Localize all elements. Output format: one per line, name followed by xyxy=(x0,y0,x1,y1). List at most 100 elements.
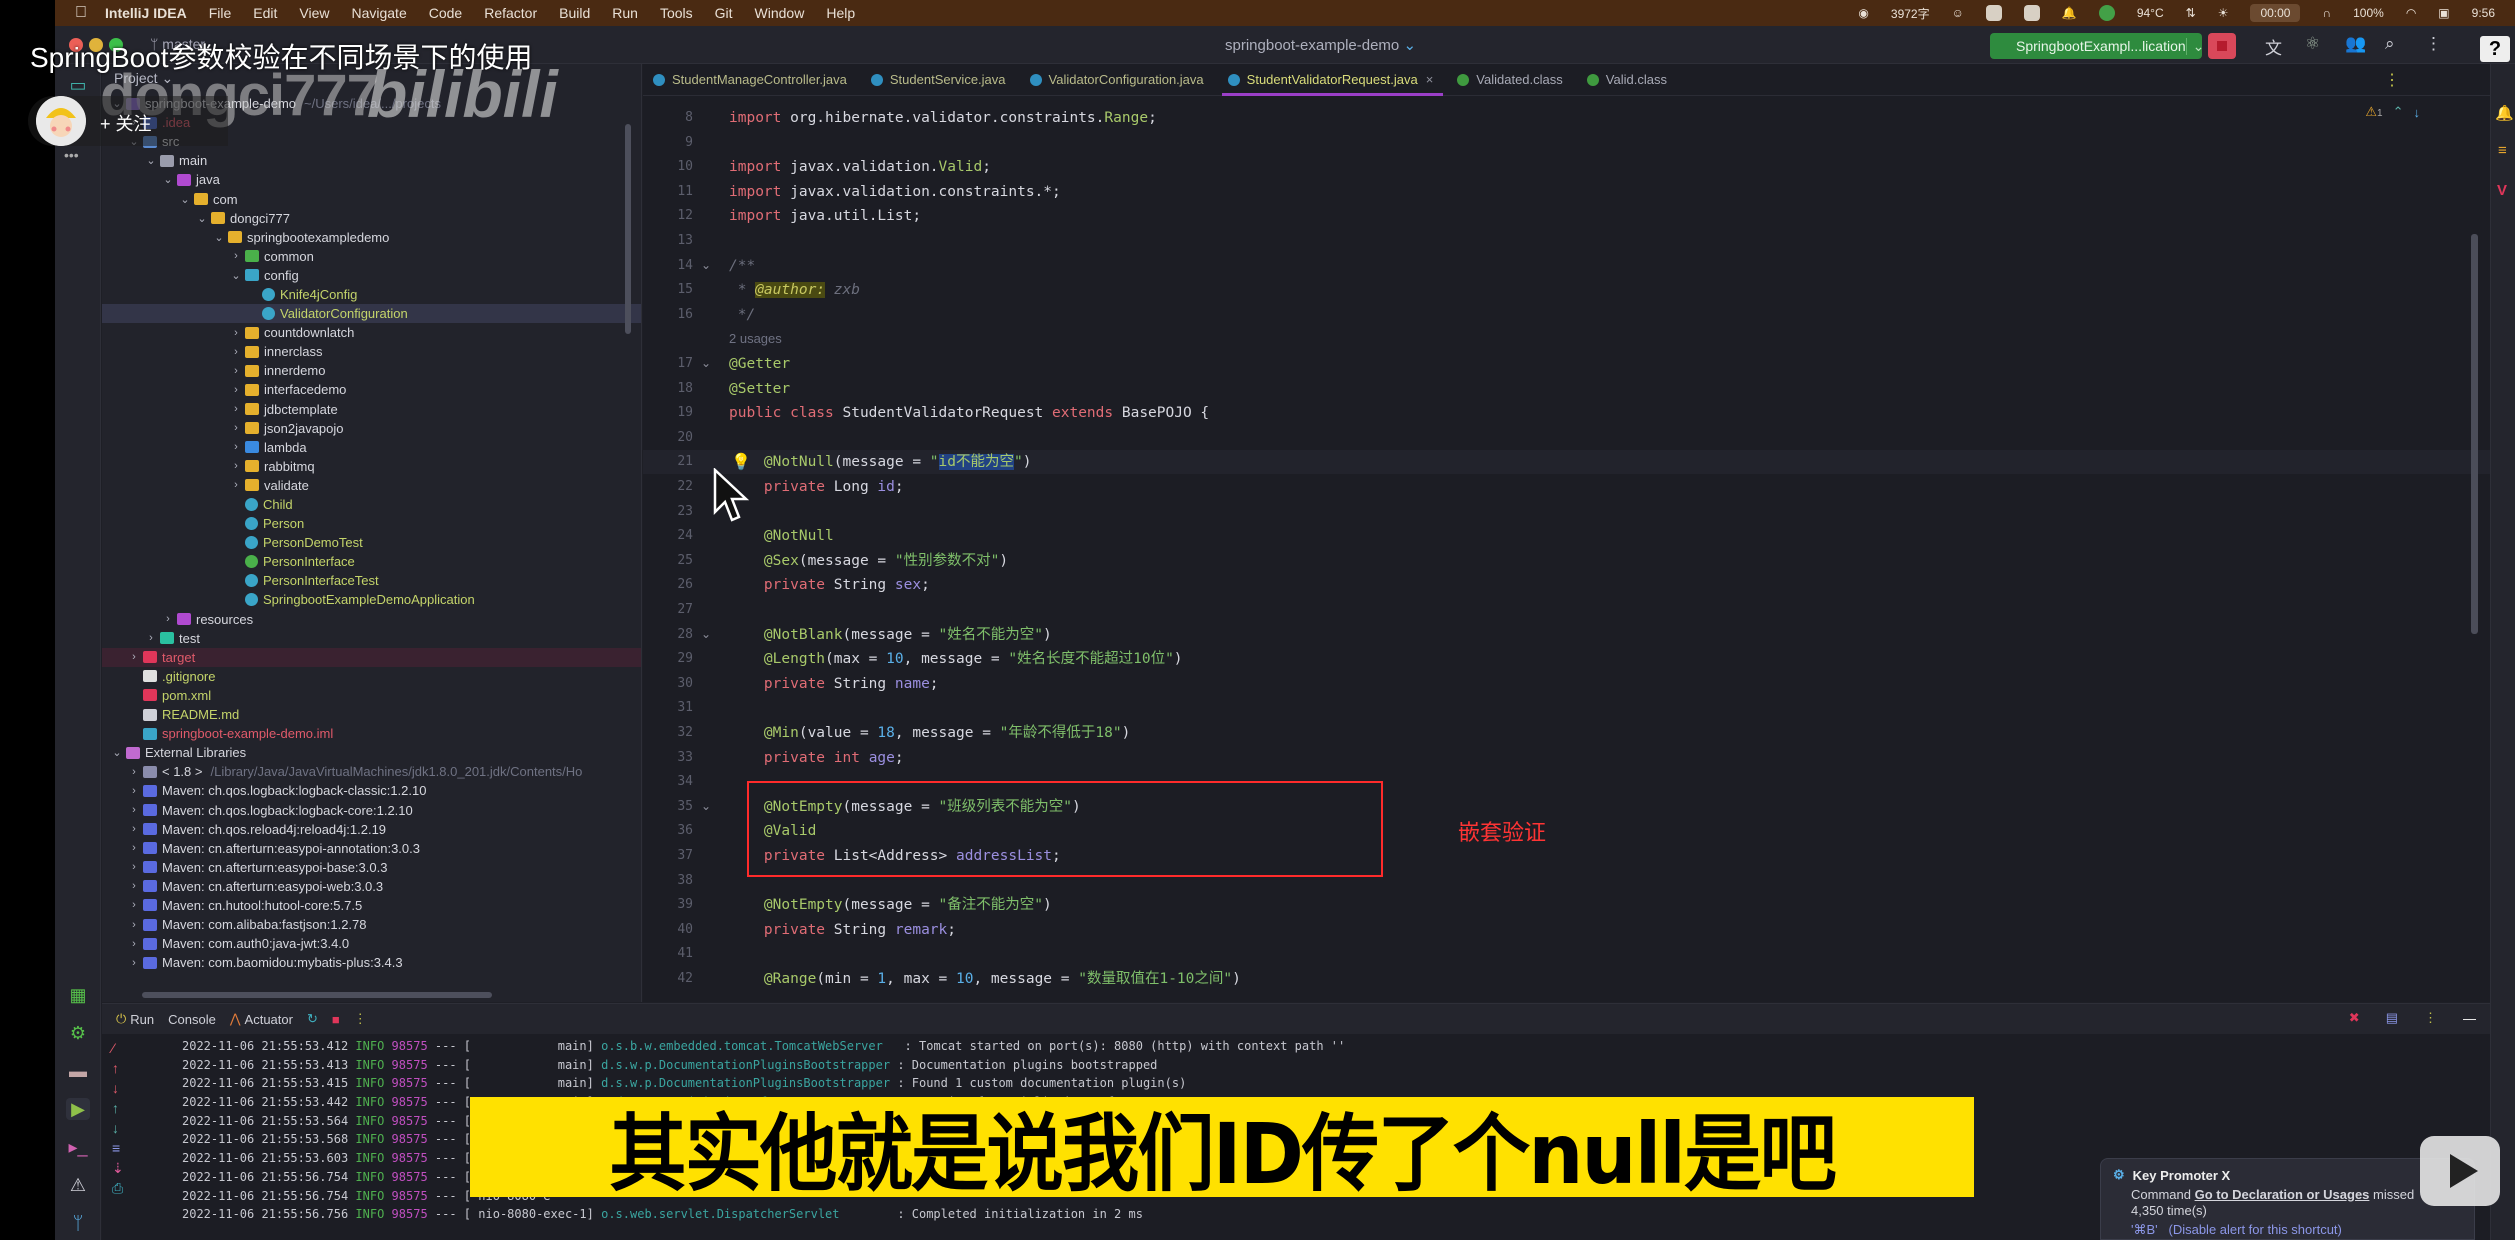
tree-item[interactable]: Child xyxy=(102,495,641,514)
chevron-right-icon[interactable]: › xyxy=(127,957,141,969)
chevron-right-icon[interactable]: › xyxy=(229,403,243,415)
log-line[interactable]: 2022-11-06 21:55:53.412 INFO 98575 --- [… xyxy=(182,1037,2382,1056)
tree-item[interactable]: ⌄ java xyxy=(102,170,641,189)
notify-bell-icon[interactable]: 🔔 xyxy=(2062,6,2077,20)
menu-tools[interactable]: Tools xyxy=(660,5,693,21)
kp-disable-link[interactable]: (Disable alert for this shortcut) xyxy=(2168,1222,2341,1237)
code-line[interactable]: private String sex; xyxy=(729,573,930,597)
tree-item[interactable]: ⌄ com xyxy=(102,189,641,208)
scroll-to-end-icon[interactable]: ⇣ xyxy=(112,1160,124,1177)
chevron-right-icon[interactable]: › xyxy=(229,460,243,472)
terminal-icon[interactable]: ▸_ xyxy=(66,1136,90,1158)
options-icon[interactable]: ⋮ xyxy=(2424,1010,2437,1026)
translate-icon[interactable]: 文 xyxy=(2265,34,2282,59)
more-vertical-icon[interactable]: ⋮ xyxy=(2384,70,2400,90)
tree-item[interactable]: › countdownlatch xyxy=(102,323,641,342)
tab-validatorconfiguration-java[interactable]: ValidatorConfiguration.java xyxy=(1020,64,1218,96)
green-app-icon[interactable] xyxy=(2098,5,2115,21)
inspection-widget[interactable]: ⚠1 ⌃ ↓ xyxy=(2365,104,2420,120)
tree-item[interactable]: Knife4jConfig xyxy=(102,285,641,304)
tree-item[interactable]: › Maven: ch.qos.logback:logback-classic:1… xyxy=(102,781,641,800)
chevron-down-icon[interactable]: ⌄ xyxy=(229,269,243,282)
tab-studentmanagecontroller-java[interactable]: StudentManageController.java xyxy=(643,64,861,96)
maven-icon[interactable]: V xyxy=(2497,182,2507,199)
chevron-right-icon[interactable]: › xyxy=(127,823,141,835)
chevron-right-icon[interactable]: › xyxy=(229,479,243,491)
close-panel-icon[interactable]: ✖ xyxy=(2349,1010,2360,1026)
log-line[interactable]: 2022-11-06 21:55:56.756 INFO 98575 --- [… xyxy=(182,1205,2382,1224)
chevron-right-icon[interactable]: › xyxy=(229,346,243,358)
code-line[interactable]: private String name; xyxy=(729,672,939,696)
clear-icon[interactable]: ⁄ xyxy=(112,1040,114,1056)
code-line[interactable]: import org.hibernate.validator.constrain… xyxy=(729,106,1157,130)
code-line[interactable]: @Getter xyxy=(729,352,790,376)
tree-item[interactable]: › target xyxy=(102,647,641,667)
code-line[interactable]: private Long id; xyxy=(729,475,904,499)
tree-item[interactable]: › Maven: com.auth0:java-jwt:3.4.0 xyxy=(102,934,641,953)
tree-item[interactable]: PersonDemoTest xyxy=(102,533,641,552)
stop-icon[interactable]: ■ xyxy=(332,1012,340,1027)
code-line[interactable]: * @author: zxb xyxy=(729,278,860,302)
menu-run[interactable]: Run xyxy=(612,5,638,21)
fold-chevron-icon[interactable]: ⌄ xyxy=(701,627,711,641)
git-icon[interactable]: ᛘ xyxy=(66,1212,90,1234)
tree-item[interactable]: › test xyxy=(102,629,641,648)
menu-file[interactable]: File xyxy=(209,5,232,21)
tab-actuator[interactable]: ⋀ Actuator xyxy=(230,1011,293,1027)
network-icon[interactable]: ⇅ xyxy=(2186,6,2196,20)
scroll-up-icon[interactable]: ↑ xyxy=(112,1100,119,1116)
code-line[interactable]: @NotBlank(message = "姓名不能为空") xyxy=(729,623,1052,647)
stop-button[interactable] xyxy=(2208,33,2236,59)
tree-item[interactable]: › lambda xyxy=(102,438,641,457)
tree-item[interactable]: › jdbctemplate xyxy=(102,400,641,419)
tab-run[interactable]: ⏻ Run xyxy=(116,1011,154,1027)
down-arrow-icon[interactable]: ↓ xyxy=(112,1080,119,1096)
project-horizontal-scrollbar[interactable] xyxy=(142,992,492,998)
menu-view[interactable]: View xyxy=(299,5,329,21)
chevron-right-icon[interactable]: › xyxy=(127,785,141,797)
chevron-right-icon[interactable]: › xyxy=(127,899,141,911)
chevron-right-icon[interactable]: › xyxy=(127,842,141,854)
more-options-icon[interactable]: ••• xyxy=(64,147,79,163)
code-line[interactable]: @Setter xyxy=(729,377,790,401)
wifi-icon[interactable]: ◠ xyxy=(2406,6,2416,20)
chevron-right-icon[interactable]: › xyxy=(229,250,243,262)
code-line[interactable]: @Range(min = 1, max = 10, message = "数量取… xyxy=(729,967,1241,991)
fold-chevron-icon[interactable]: ⌄ xyxy=(701,799,711,813)
fold-chevron-icon[interactable]: ⌄ xyxy=(701,258,711,272)
app-tray-icon[interactable] xyxy=(2023,5,2040,21)
code-line[interactable]: @NotNull xyxy=(729,524,834,548)
more-vertical-icon[interactable]: ⋮ xyxy=(354,1011,367,1027)
rerun-icon[interactable]: ↻ xyxy=(307,1011,318,1027)
help-icon[interactable]: ? xyxy=(2480,36,2510,62)
tab-valid-class[interactable]: Valid.class xyxy=(1577,64,1681,96)
search-icon[interactable]: ⌕ xyxy=(2385,34,2395,54)
menu-navigate[interactable]: Navigate xyxy=(351,5,406,21)
record-icon[interactable]: ◉ xyxy=(1858,6,1868,20)
project-selector[interactable]: springboot-example-demo ⌄ xyxy=(1225,36,1416,54)
problems-icon[interactable]: ⚠ xyxy=(66,1174,90,1196)
tree-item[interactable]: ⌄ dongci777 xyxy=(102,209,641,228)
tree-item[interactable]: › interfacedemo xyxy=(102,380,641,399)
follow-button[interactable]: + 关注 xyxy=(100,110,152,136)
tree-item[interactable]: README.md xyxy=(102,705,641,724)
tree-item[interactable]: › Maven: cn.hutool:hutool-core:5.7.5 xyxy=(102,896,641,915)
next-highlight-icon[interactable]: ↓ xyxy=(2414,105,2421,120)
chevron-down-icon[interactable]: ⌄ xyxy=(178,193,192,206)
menu-help[interactable]: Help xyxy=(826,5,855,21)
chevron-right-icon[interactable]: › xyxy=(127,880,141,892)
editor-scrollbar[interactable] xyxy=(2471,234,2478,634)
tree-item[interactable]: › common xyxy=(102,247,641,266)
chevron-right-icon[interactable]: › xyxy=(144,632,158,644)
code-line[interactable]: @NotEmpty(message = "备注不能为空") xyxy=(729,893,1052,917)
chevron-right-icon[interactable]: › xyxy=(127,804,141,816)
code-line[interactable]: import javax.validation.constraints.*; xyxy=(729,180,1061,204)
tree-item[interactable]: ⌄ External Libraries xyxy=(102,743,641,762)
run-tool-icon[interactable]: ▶ xyxy=(66,1098,90,1120)
usages-hint[interactable]: 2 usages xyxy=(729,331,782,346)
menu-build[interactable]: Build xyxy=(559,5,590,21)
tree-item[interactable]: Person xyxy=(102,514,641,533)
tree-item[interactable]: springboot-example-demo.iml xyxy=(102,724,641,743)
emoji-icon[interactable]: ☺ xyxy=(1952,6,1964,20)
chevron-right-icon[interactable]: › xyxy=(161,613,175,625)
